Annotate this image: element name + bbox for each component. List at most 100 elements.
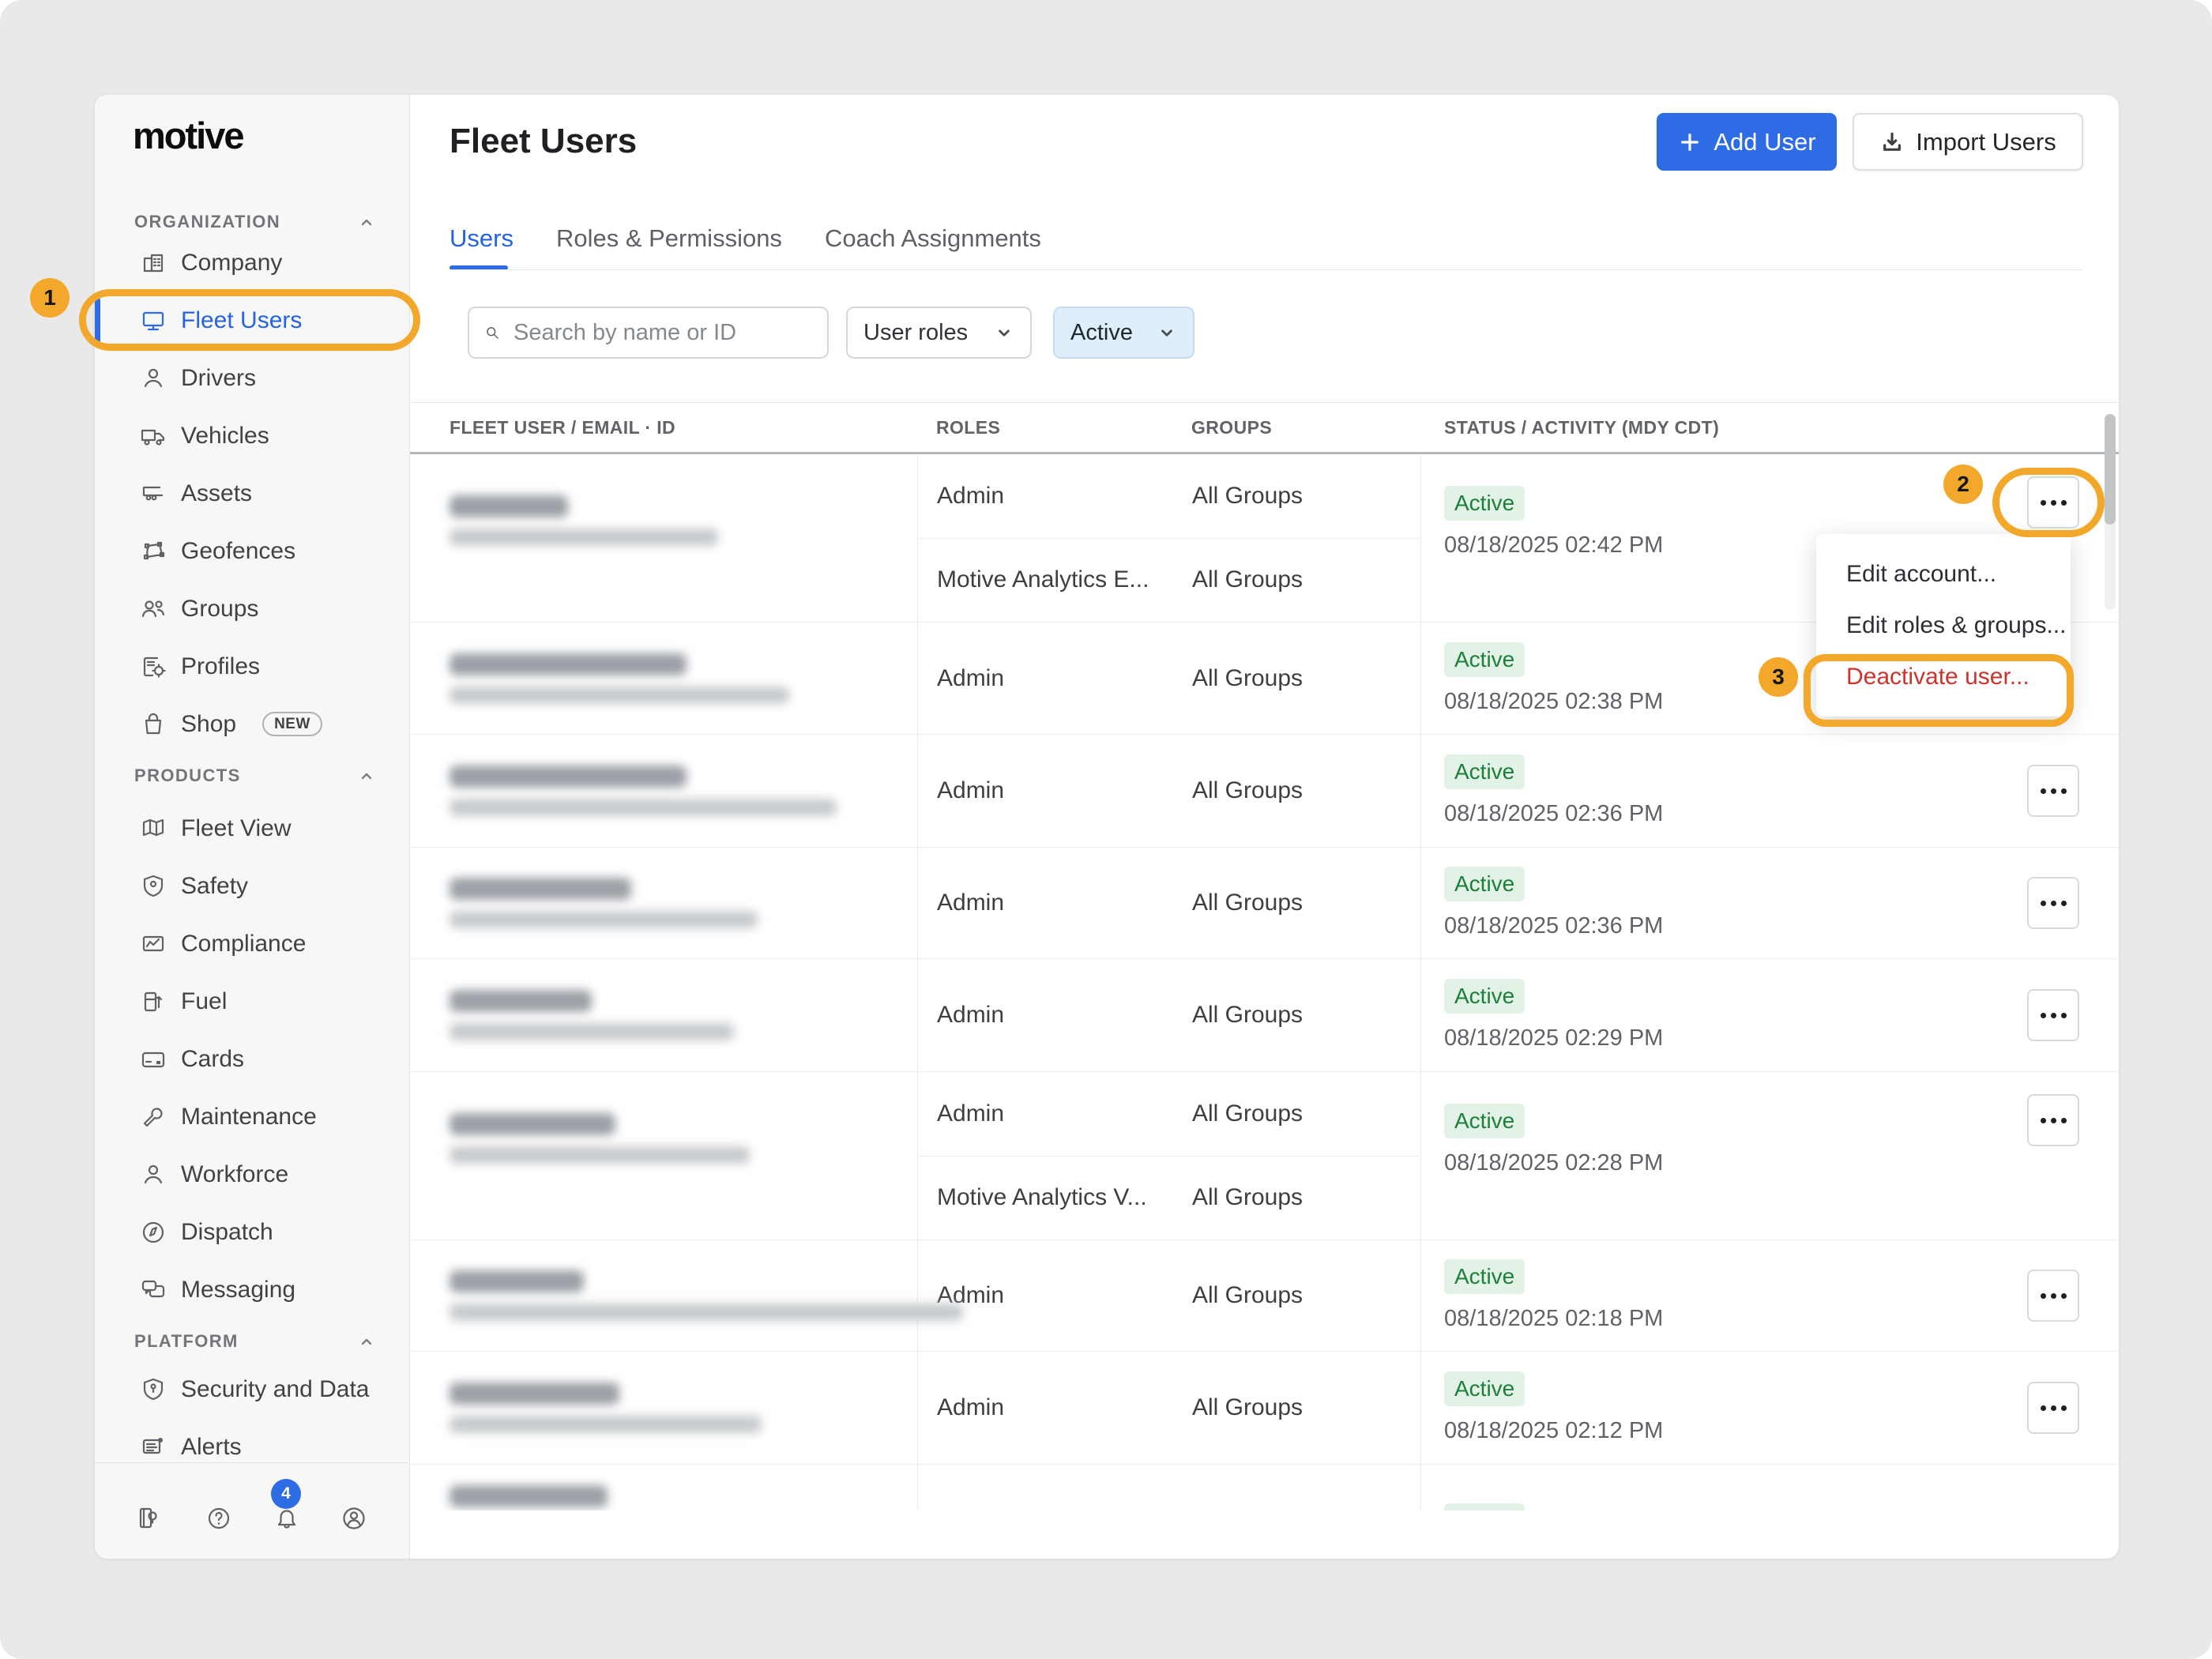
role-value: Motive Analytics V... xyxy=(937,1184,1147,1211)
section-label: ORGANIZATION xyxy=(134,212,281,231)
row-actions-kebab-button[interactable] xyxy=(2027,1270,2079,1322)
blurred-user-email xyxy=(450,1146,750,1164)
sidebar-item-shop[interactable]: Shop NEW xyxy=(95,695,409,753)
logbook-pin-icon[interactable] xyxy=(134,1504,163,1533)
sidebar-item-label: Workforce xyxy=(181,1161,289,1187)
monitor-icon xyxy=(139,307,167,335)
sidebar-item-safety[interactable]: Safety xyxy=(95,857,409,915)
actions-cell xyxy=(1864,1352,2119,1464)
role-value: Admin xyxy=(937,1100,1005,1127)
sidebar-item-maintenance[interactable]: Maintenance xyxy=(95,1088,409,1146)
import-users-label: Import Users xyxy=(1916,127,2056,156)
tab-divider xyxy=(450,269,2083,270)
actions-cell xyxy=(1864,848,2119,958)
row-actions-kebab-button[interactable] xyxy=(2027,476,2079,529)
roles-groups-cell: AdminAll Groups xyxy=(917,1352,1421,1464)
account-icon[interactable] xyxy=(340,1504,368,1533)
search-input[interactable] xyxy=(512,318,813,347)
roles-groups-cell: AdminAll Groups xyxy=(917,959,1421,1071)
roles-groups-cell: AdminAll Groups xyxy=(917,1465,1421,1510)
sidebar-section-organization: ORGANIZATION xyxy=(95,210,409,234)
sidebar-item-label: Cards xyxy=(181,1045,245,1072)
notification-count-badge: 4 xyxy=(271,1479,301,1509)
status-cell: Active 08/18/2025 02:28 PM xyxy=(1421,1072,1864,1240)
sidebar-item-vehicles[interactable]: Vehicles xyxy=(95,407,409,465)
row-actions-kebab-button[interactable] xyxy=(2027,989,2079,1041)
sidebar-item-cards[interactable]: Cards xyxy=(95,1030,409,1088)
sidebar-item-label: Compliance xyxy=(181,930,307,957)
sidebar-item-drivers[interactable]: Drivers xyxy=(95,349,409,407)
menu-item-edit-roles-groups[interactable]: Edit roles & groups... xyxy=(1816,600,2071,651)
sidebar-item-compliance[interactable]: Compliance xyxy=(95,915,409,972)
sidebar-item-company[interactable]: Company xyxy=(95,234,409,292)
group-value: All Groups xyxy=(1192,777,1304,803)
status-badge: Active xyxy=(1444,1371,1525,1406)
sidebar-item-messaging[interactable]: Messaging xyxy=(95,1261,409,1319)
sidebar-item-assets[interactable]: Assets xyxy=(95,465,409,522)
sidebar-item-security-and-data[interactable]: Security and Data xyxy=(95,1360,409,1418)
status-cell: Active 08/18/2025 02:12 PM xyxy=(1421,1352,1864,1464)
table-row: Admin All Groups Active 08/18/2025 02:12 … xyxy=(410,1352,2119,1465)
sidebar-item-label: Fleet View xyxy=(181,814,292,841)
import-users-button[interactable]: Import Users xyxy=(1853,113,2083,171)
status-filter-label: Active xyxy=(1070,319,1133,345)
sidebar-item-label: Assets xyxy=(181,480,253,506)
shield-lock-icon xyxy=(139,1375,167,1404)
activity-timestamp: 08/18/2025 02:12 PM xyxy=(1444,1418,1664,1443)
user-roles-dropdown[interactable]: User roles xyxy=(846,307,1032,359)
fleet-user-cell xyxy=(410,1352,917,1464)
app-window: motive ORGANIZATION Company Fleet Users … xyxy=(95,95,2119,1559)
menu-item-edit-account[interactable]: Edit account... xyxy=(1816,548,2071,600)
sidebar-item-dispatch[interactable]: Dispatch xyxy=(95,1203,409,1261)
menu-item-deactivate-user[interactable]: Deactivate user... xyxy=(1816,651,2071,702)
chevron-down-icon xyxy=(1161,329,1172,337)
add-user-button[interactable]: Add User xyxy=(1657,113,1837,171)
sidebar-item-fuel[interactable]: Fuel xyxy=(95,972,409,1030)
col-groups: GROUPS xyxy=(1191,416,1273,438)
status-badge: Active xyxy=(1444,979,1525,1014)
compass-icon xyxy=(139,1218,167,1247)
tab-coach-assignments[interactable]: Coach Assignments xyxy=(825,223,1041,254)
import-icon xyxy=(1883,132,1902,151)
status-filter-active[interactable]: Active xyxy=(1053,307,1194,359)
group-value: All Groups xyxy=(1192,566,1304,593)
sidebar-item-fleet-view[interactable]: Fleet View xyxy=(95,799,409,857)
shopping-bag-icon xyxy=(139,710,167,739)
sidebar-item-label: Vehicles xyxy=(181,422,269,449)
col-roles: ROLES xyxy=(936,416,1001,438)
scrollbar-thumb[interactable] xyxy=(2105,414,2116,525)
chevron-up-icon[interactable] xyxy=(357,767,376,792)
user-roles-label: User roles xyxy=(863,319,969,345)
blurred-user-email xyxy=(450,911,758,928)
help-icon[interactable] xyxy=(205,1504,233,1533)
row-actions-kebab-button[interactable] xyxy=(2027,877,2079,929)
building-icon xyxy=(139,249,167,277)
geofence-icon xyxy=(139,537,167,566)
blurred-user-name xyxy=(450,766,687,788)
sidebar-item-label: Maintenance xyxy=(181,1103,317,1130)
chevron-up-icon[interactable] xyxy=(357,1333,376,1358)
status-badge: Active xyxy=(1444,754,1525,789)
active-indicator-bar xyxy=(95,297,100,344)
row-actions-kebab-button[interactable] xyxy=(2027,1094,2079,1146)
blurred-user-email xyxy=(450,1023,734,1040)
sidebar-item-geofences[interactable]: Geofences xyxy=(95,522,409,580)
sidebar-item-fleet-users[interactable]: Fleet Users xyxy=(95,292,409,349)
sidebar-item-workforce[interactable]: Workforce xyxy=(95,1146,409,1203)
roles-groups-cell: Admin All Groups Motive Analytics E... All… xyxy=(917,454,1421,622)
tab-roles-permissions[interactable]: Roles & Permissions xyxy=(556,223,782,254)
status-badge: Active xyxy=(1444,486,1525,521)
activity-timestamp: 08/18/2025 02:38 PM xyxy=(1444,688,1664,714)
sidebar-item-profiles[interactable]: Profiles xyxy=(95,638,409,695)
tab-users[interactable]: Users xyxy=(450,223,514,254)
row-actions-kebab-button[interactable] xyxy=(2027,765,2079,817)
role-value: Motive Analytics E... xyxy=(937,566,1149,593)
activity-timestamp: 08/18/2025 02:36 PM xyxy=(1444,913,1664,939)
add-user-label: Add User xyxy=(1714,127,1816,156)
sidebar-item-label: Groups xyxy=(181,595,259,622)
group-value: All Groups xyxy=(1192,664,1304,691)
sidebar-item-groups[interactable]: Groups xyxy=(95,580,409,638)
group-value: All Groups xyxy=(1192,1002,1304,1028)
status-cell: Active 08/18/2025 02:18 PM xyxy=(1421,1240,1864,1351)
row-actions-kebab-button[interactable] xyxy=(2027,1382,2079,1434)
